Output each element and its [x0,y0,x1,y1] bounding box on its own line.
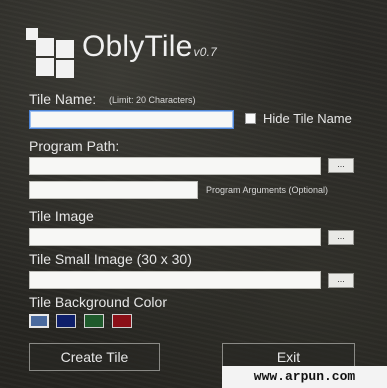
create-tile-button[interactable]: Create Tile [29,343,160,371]
program-arguments-input[interactable] [29,181,198,199]
tile-small-image-label: Tile Small Image (30 x 30) [29,251,192,267]
tile-background-color-label: Tile Background Color [29,294,167,310]
logo-square-5 [56,60,74,78]
hide-tile-name-checkbox[interactable] [245,113,256,124]
tile-image-label: Tile Image [29,208,94,224]
background-color-swatch-green[interactable] [84,314,104,328]
tile-name-limit-note: (Limit: 20 Characters) [109,95,196,105]
tile-small-image-input[interactable] [29,271,321,289]
tile-image-input[interactable] [29,228,321,246]
background-color-swatch-blue[interactable] [29,314,49,328]
program-arguments-label: Program Arguments (Optional) [206,185,329,195]
tile-name-input[interactable] [29,110,234,129]
tile-image-browse-button[interactable]: ... [328,230,354,245]
app-logo [26,28,76,78]
tile-name-label: Tile Name: [29,91,97,107]
background-color-swatch-red[interactable] [112,314,132,328]
program-path-browse-button[interactable]: ... [328,158,354,173]
hide-tile-name-label[interactable]: Hide Tile Name [263,111,352,126]
site-watermark: www.arpun.com [222,366,387,388]
app-name: OblyTile [82,30,193,63]
background-color-swatch-navy[interactable] [56,314,76,328]
program-path-input[interactable] [29,157,321,175]
logo-square-3 [56,40,74,58]
app-title: OblyTilev0.7 [82,30,217,64]
logo-square-4 [36,58,54,76]
tile-small-image-browse-button[interactable]: ... [328,273,354,288]
app-version: v0.7 [193,45,217,59]
logo-square-2 [36,38,54,56]
program-path-label: Program Path: [29,138,120,154]
